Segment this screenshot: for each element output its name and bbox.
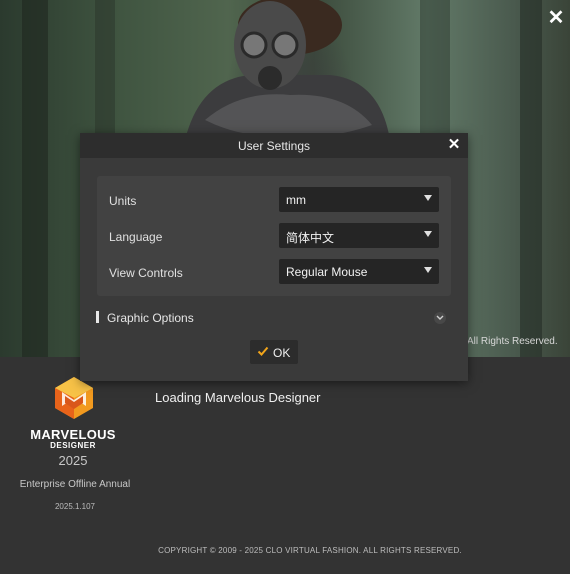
close-icon[interactable]: ✕ <box>546 8 566 28</box>
build-version: 2025.1.107 <box>54 502 96 511</box>
units-value: mm <box>286 193 306 207</box>
loading-status: Loading Marvelous Designer <box>155 390 321 405</box>
graphic-options-toggle[interactable]: Graphic Options <box>107 311 194 325</box>
dialog-titlebar[interactable]: User Settings ✕ <box>80 133 468 158</box>
language-value: 简体中文 <box>286 231 335 245</box>
chevron-down-icon <box>424 267 432 273</box>
language-label: Language <box>109 230 163 244</box>
logo-year: 2025 <box>58 453 88 468</box>
marvelous-designer-logo-icon <box>55 377 93 419</box>
language-select[interactable]: 简体中文 <box>279 223 439 248</box>
close-icon[interactable]: ✕ <box>446 137 462 153</box>
copyright-text: COPYRIGHT © 2009 - 2025 CLO VIRTUAL FASH… <box>158 546 462 555</box>
logo-wordmark: MARVELOUS <box>30 427 116 442</box>
chevron-down-icon <box>424 195 432 201</box>
expand-chevron-icon[interactable] <box>434 312 446 324</box>
chevron-down-icon <box>424 231 432 237</box>
user-settings-dialog: User Settings ✕ Units mm Language 简体中文 V… <box>80 133 468 381</box>
view-controls-select[interactable]: Regular Mouse <box>279 259 439 284</box>
dialog-title: User Settings <box>237 139 311 153</box>
ok-button[interactable]: OK <box>250 340 298 364</box>
section-marker <box>96 311 99 323</box>
view-controls-label: View Controls <box>109 266 183 280</box>
settings-group: Units mm Language 简体中文 View Controls Reg… <box>97 176 451 296</box>
edition-text: Enterprise Offline Annual <box>19 479 131 490</box>
checkmark-icon <box>257 346 269 356</box>
rights-reserved-text: All Rights Reserved. <box>467 336 558 347</box>
ok-label: OK <box>273 346 291 360</box>
logo-subtitle: DESIGNER <box>50 441 96 450</box>
units-select[interactable]: mm <box>279 187 439 212</box>
units-label: Units <box>109 194 137 208</box>
view-controls-value: Regular Mouse <box>286 265 368 279</box>
